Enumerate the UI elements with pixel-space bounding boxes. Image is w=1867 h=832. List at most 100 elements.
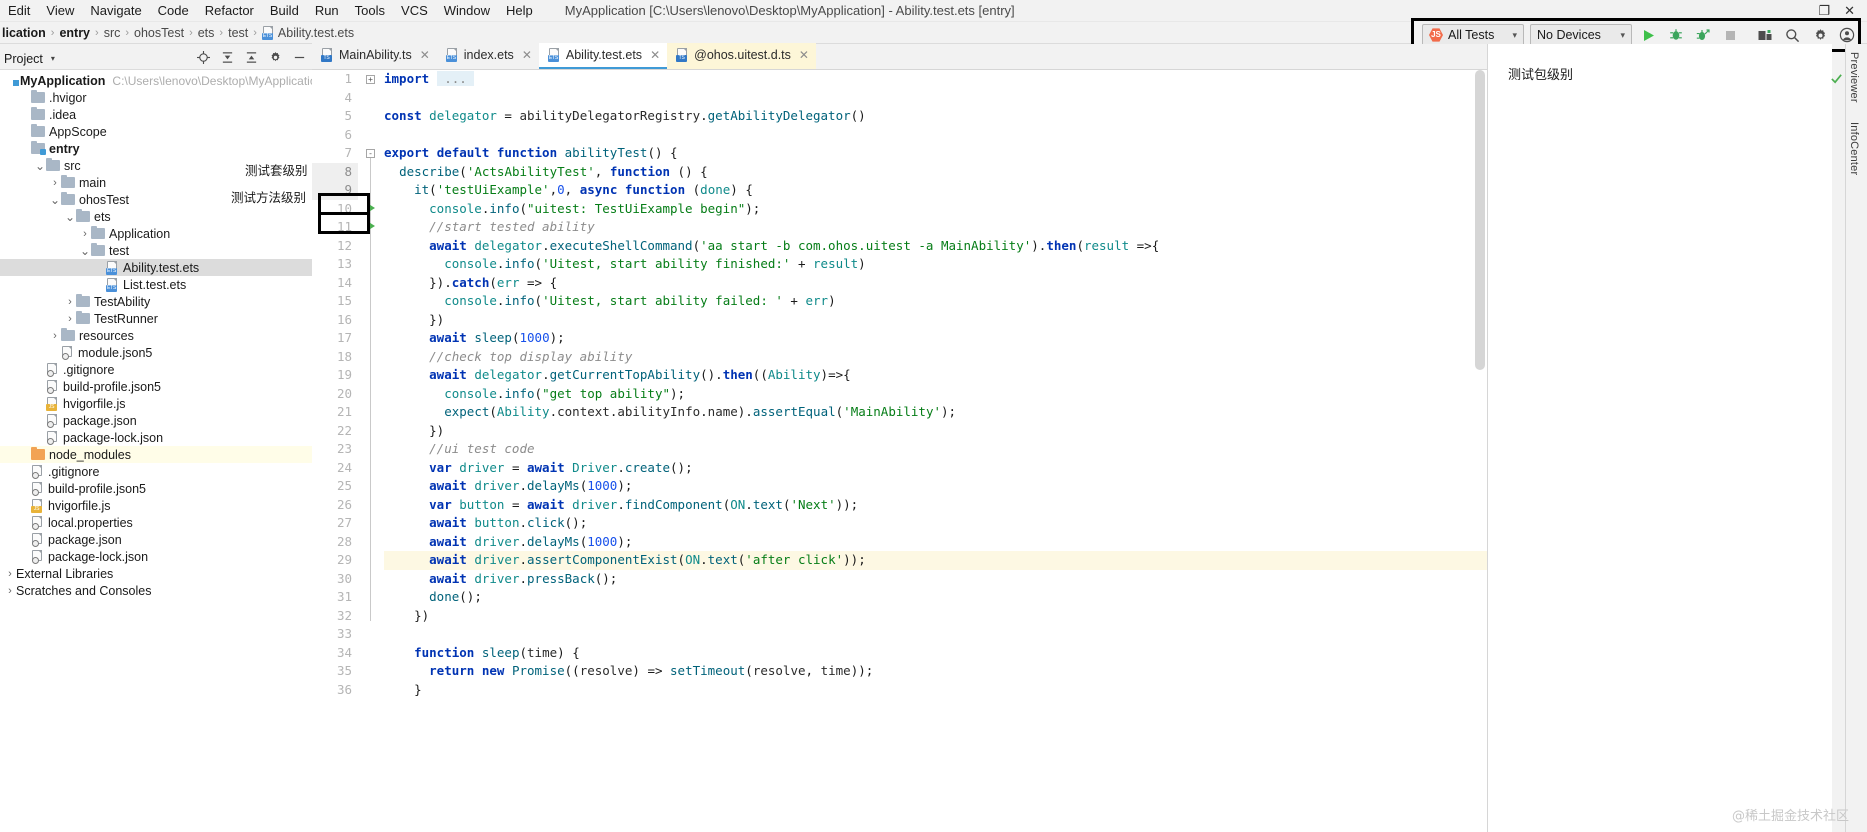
menu-item-window[interactable]: Window xyxy=(436,0,498,22)
close-window-icon[interactable]: ✕ xyxy=(1844,3,1855,19)
code-line[interactable]: await button.click(); xyxy=(384,514,1487,533)
code-line[interactable]: console.info('Uitest, start ability fail… xyxy=(384,292,1487,311)
tree-item-build-profile-json5[interactable]: build-profile.json5 xyxy=(0,480,312,497)
menu-item-edit[interactable]: Edit xyxy=(0,0,38,22)
tree-item-package-lock-json[interactable]: package-lock.json xyxy=(0,548,312,565)
chevron-right-icon[interactable]: › xyxy=(4,568,16,580)
breadcrumb-item-2[interactable]: src xyxy=(104,26,121,40)
chevron-right-icon[interactable]: › xyxy=(64,296,76,308)
editor-tab-ohos-uitest-d-ts[interactable]: TS@ohos.uitest.d.ts✕ xyxy=(667,43,816,69)
fold-collapse-icon[interactable]: - xyxy=(366,149,375,158)
breadcrumb-item-6[interactable]: Ability.test.ets xyxy=(278,26,354,40)
code-line[interactable]: //start tested ability xyxy=(384,218,1487,237)
run-button[interactable] xyxy=(1638,24,1659,46)
account-avatar-icon[interactable] xyxy=(1837,24,1858,46)
chevron-right-icon[interactable]: › xyxy=(64,313,76,325)
tree-item-myapplication[interactable]: MyApplicationC:\Users\lenovo\Desktop\MyA… xyxy=(0,72,312,89)
hide-panel-icon[interactable] xyxy=(293,51,306,67)
menu-item-code[interactable]: Code xyxy=(150,0,197,22)
tree-item-external-libraries[interactable]: ›External Libraries xyxy=(0,565,312,582)
chevron-right-icon[interactable]: › xyxy=(49,330,61,342)
code-line[interactable]: it('testUiExample',0, async function (do… xyxy=(384,181,1487,200)
close-tab-icon[interactable]: ✕ xyxy=(420,48,430,62)
tree-item-idea[interactable]: .idea xyxy=(0,106,312,123)
tree-item-hvigorfile-js[interactable]: JShvigorfile.js xyxy=(0,497,312,514)
code-line[interactable]: await driver.delayMs(1000); xyxy=(384,533,1487,552)
tree-item-local-properties[interactable]: local.properties xyxy=(0,514,312,531)
close-tab-icon[interactable]: ✕ xyxy=(650,48,660,62)
rail-item-infocenter[interactable]: InfoCenter xyxy=(1848,122,1860,175)
code-line[interactable]: await driver.pressBack(); xyxy=(384,570,1487,589)
restore-window-icon[interactable]: ❐ xyxy=(1818,3,1830,19)
tree-item-application[interactable]: ›Application xyxy=(0,225,312,242)
breadcrumb-item-3[interactable]: ohosTest xyxy=(134,26,184,40)
tree-item-gitignore[interactable]: .gitignore xyxy=(0,361,312,378)
tree-item-test[interactable]: ⌄test xyxy=(0,242,312,259)
code-line[interactable]: //check top display ability xyxy=(384,348,1487,367)
locate-target-icon[interactable] xyxy=(197,51,210,67)
tree-item-entry[interactable]: entry xyxy=(0,140,312,157)
code-line[interactable]: }) xyxy=(384,607,1487,626)
tree-item-package-json[interactable]: package.json xyxy=(0,412,312,429)
chevron-down-icon[interactable]: ⌄ xyxy=(64,213,76,221)
editor-tab-index-ets[interactable]: ETSindex.ets✕ xyxy=(437,43,539,69)
code-line[interactable]: var button = await driver.findComponent(… xyxy=(384,496,1487,515)
tree-item-list-test-ets[interactable]: ETSList.test.ets xyxy=(0,276,312,293)
editor-tab-mainability-ts[interactable]: TSMainAbility.ts✕ xyxy=(312,43,437,69)
search-icon[interactable] xyxy=(1782,24,1803,46)
device-selector[interactable]: No Devices ▾ xyxy=(1530,24,1632,46)
tree-item-resources[interactable]: ›resources xyxy=(0,327,312,344)
project-tree[interactable]: MyApplicationC:\Users\lenovo\Desktop\MyA… xyxy=(0,70,312,832)
code-line[interactable]: }).catch(err => { xyxy=(384,274,1487,293)
menu-item-help[interactable]: Help xyxy=(498,0,541,22)
fold-expand-icon[interactable]: + xyxy=(366,75,375,84)
code-line[interactable]: expect(Ability.context.abilityInfo.name)… xyxy=(384,403,1487,422)
breadcrumb-item-4[interactable]: ets xyxy=(198,26,215,40)
chevron-right-icon[interactable]: › xyxy=(49,177,61,189)
code-line[interactable] xyxy=(384,126,1487,145)
code-line[interactable]: return new Promise((resolve) => setTimeo… xyxy=(384,662,1487,681)
code-line[interactable]: console.info("uitest: TestUiExample begi… xyxy=(384,200,1487,219)
chevron-right-icon[interactable]: › xyxy=(4,585,16,597)
project-panel-title[interactable]: Project xyxy=(4,52,43,66)
chevron-down-icon[interactable]: ▾ xyxy=(51,54,55,63)
code-line[interactable]: }) xyxy=(384,311,1487,330)
close-tab-icon[interactable]: ✕ xyxy=(799,48,809,62)
code-line[interactable]: await delegator.getCurrentTopAbility().t… xyxy=(384,366,1487,385)
run-configuration-selector[interactable]: JS All Tests ▾ xyxy=(1422,24,1524,46)
profile-button[interactable] xyxy=(1693,24,1714,46)
settings-gear-icon[interactable] xyxy=(1810,24,1831,46)
expand-all-icon[interactable] xyxy=(221,51,234,67)
code-line[interactable] xyxy=(384,625,1487,644)
code-lines[interactable]: import ... const delegator = abilityDele… xyxy=(384,70,1487,699)
code-line[interactable]: await driver.delayMs(1000); xyxy=(384,477,1487,496)
code-line[interactable]: import ... xyxy=(384,70,1487,89)
chevron-down-icon[interactable]: ⌄ xyxy=(34,162,46,170)
menu-item-refactor[interactable]: Refactor xyxy=(197,0,262,22)
device-manager-icon[interactable] xyxy=(1755,24,1776,46)
tree-item-package-json[interactable]: package.json xyxy=(0,531,312,548)
tree-item-node-modules[interactable]: node_modules xyxy=(0,446,312,463)
tree-item-appscope[interactable]: AppScope xyxy=(0,123,312,140)
code-line[interactable]: export default function abilityTest() { xyxy=(384,144,1487,163)
tree-item-testrunner[interactable]: ›TestRunner xyxy=(0,310,312,327)
close-tab-icon[interactable]: ✕ xyxy=(522,48,532,62)
breadcrumb-item-5[interactable]: test xyxy=(228,26,248,40)
tree-item-build-profile-json5[interactable]: build-profile.json5 xyxy=(0,378,312,395)
code-area[interactable]: 1456789101112131415161718192021222324252… xyxy=(312,70,1487,832)
menu-item-vcs[interactable]: VCS xyxy=(393,0,436,22)
tree-item-gitignore[interactable]: .gitignore xyxy=(0,463,312,480)
tree-item-ets[interactable]: ⌄ets xyxy=(0,208,312,225)
code-line[interactable]: }) xyxy=(384,422,1487,441)
chevron-down-icon[interactable]: ⌄ xyxy=(49,196,61,204)
tree-item-hvigorfile-js[interactable]: JShvigorfile.js xyxy=(0,395,312,412)
rail-item-previewer[interactable]: Previewer xyxy=(1848,52,1860,103)
menu-item-build[interactable]: Build xyxy=(262,0,307,22)
code-line[interactable]: const delegator = abilityDelegatorRegist… xyxy=(384,107,1487,126)
editor-scrollbar[interactable] xyxy=(1475,70,1485,370)
tree-item-package-lock-json[interactable]: package-lock.json xyxy=(0,429,312,446)
code-line[interactable] xyxy=(384,89,1487,108)
tree-item-module-json5[interactable]: module.json5 xyxy=(0,344,312,361)
code-line[interactable]: await driver.assertComponentExist(ON.tex… xyxy=(384,551,1487,570)
tree-item-hvigor[interactable]: .hvigor xyxy=(0,89,312,106)
